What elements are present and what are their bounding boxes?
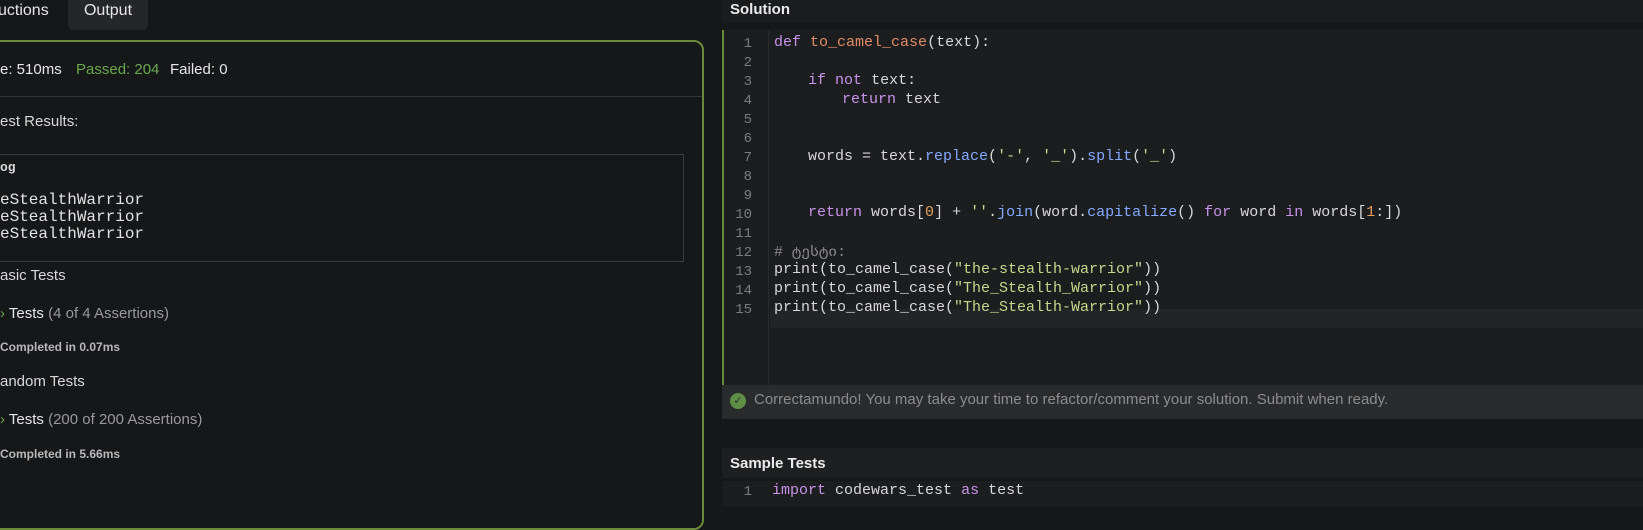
line-number: 8 <box>743 169 752 185</box>
line-number: 14 <box>735 283 752 299</box>
completed-time: Completed in 0.07ms <box>0 340 121 354</box>
gutter-divider <box>768 30 769 386</box>
line-number: 4 <box>743 93 752 109</box>
log-line: eStealthWarrior <box>0 208 145 226</box>
line-number: 1 <box>743 36 752 52</box>
tests-label: Tests <box>8 411 44 428</box>
stats-divider <box>0 96 702 97</box>
line-number: 7 <box>743 150 752 166</box>
code-line[interactable]: if not text: <box>808 72 916 89</box>
failed-stat: Failed: 0 <box>170 61 228 78</box>
line-number: 10 <box>735 207 752 223</box>
chevron-right-icon[interactable]: › <box>0 411 5 428</box>
line-number: 6 <box>743 131 752 147</box>
line-number: 2 <box>743 55 752 71</box>
test-results-heading: est Results: <box>0 113 79 130</box>
line-number: 11 <box>735 226 752 242</box>
code-line[interactable]: return text <box>842 91 941 108</box>
solution-header <box>722 0 1643 22</box>
log-title: og <box>0 160 16 175</box>
check-circle-icon: ✓ <box>730 393 746 409</box>
line-number: 15 <box>735 302 752 318</box>
time-stat: e: 510ms <box>0 61 62 78</box>
log-line: eStealthWarrior <box>0 225 145 243</box>
log-line: eStealthWarrior <box>0 191 145 209</box>
line-number: 1 <box>743 484 752 500</box>
code-comment[interactable]: # ტესტი: <box>774 242 846 261</box>
completed-time: Completed in 5.66ms <box>0 447 121 461</box>
tab-instructions[interactable]: uctions <box>0 0 59 30</box>
tests-label: Tests <box>8 305 44 322</box>
line-number: 9 <box>743 188 752 204</box>
code-line[interactable]: return words[0] + ''.join(word.capitaliz… <box>808 204 1402 221</box>
random-tests-heading: andom Tests <box>0 373 85 390</box>
code-line[interactable]: def to_camel_case(text): <box>774 34 990 51</box>
sample-tests-header <box>722 448 1643 478</box>
code-line[interactable]: print(to_camel_case("the-stealth-warrior… <box>774 261 1161 278</box>
line-number: 5 <box>743 112 752 128</box>
line-number: 3 <box>743 74 752 90</box>
success-message: Correctamundo! You may take your time to… <box>754 391 1389 408</box>
assertions-count: (4 of 4 Assertions) <box>48 305 169 322</box>
code-line[interactable]: print(to_camel_case("The_Stealth_Warrior… <box>774 280 1161 297</box>
sample-tests-title: Sample Tests <box>730 455 826 472</box>
passed-stat: Passed: 204 <box>76 61 160 78</box>
basic-tests-heading: asic Tests <box>0 267 66 284</box>
solution-title: Solution <box>730 1 790 18</box>
code-line[interactable]: import codewars_test as test <box>772 482 1024 499</box>
code-line[interactable]: print(to_camel_case("The_Stealth-Warrior… <box>774 299 1161 316</box>
code-line[interactable]: words = text.replace('-', '_').split('_'… <box>808 148 1177 165</box>
chevron-right-icon[interactable]: › <box>0 305 5 322</box>
line-number: 12 <box>735 245 752 261</box>
basic-tests-row[interactable]: › Tests (4 of 4 Assertions) <box>0 305 169 322</box>
line-number: 13 <box>735 264 752 280</box>
random-tests-row[interactable]: › Tests (200 of 200 Assertions) <box>0 411 202 428</box>
tab-output[interactable]: Output <box>68 0 148 30</box>
assertions-count: (200 of 200 Assertions) <box>48 411 203 428</box>
